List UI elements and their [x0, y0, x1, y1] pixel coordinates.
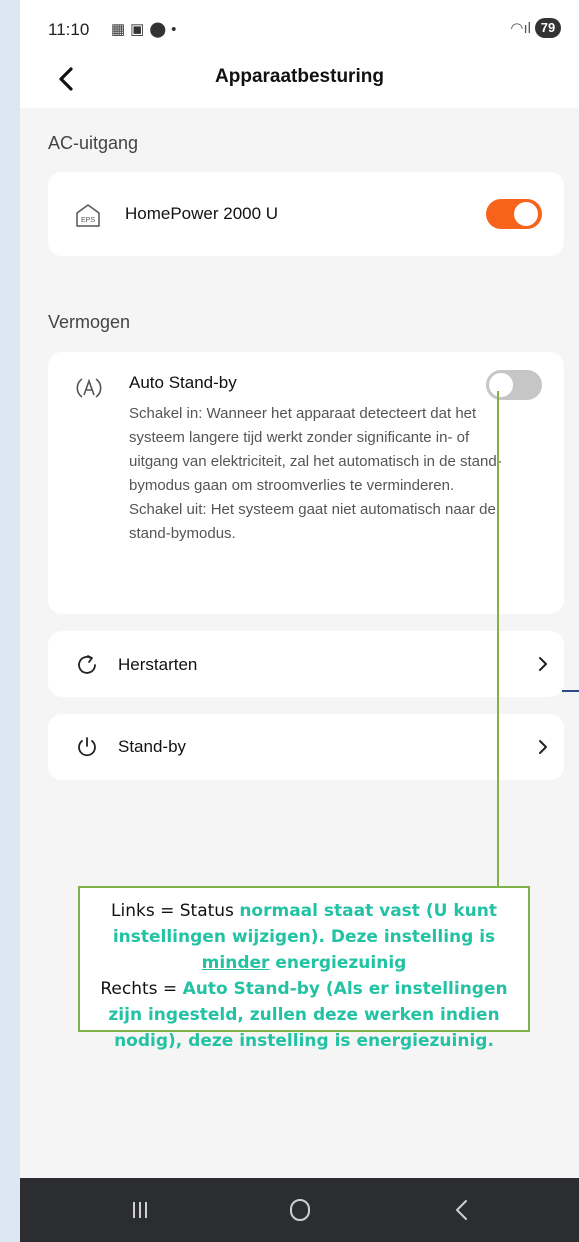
back-nav-icon[interactable]: [452, 1196, 472, 1224]
restart-icon: [78, 655, 96, 674]
ac-output-card: EPS HomePower 2000 U: [48, 172, 564, 256]
home-icon[interactable]: [286, 1196, 314, 1224]
battery-badge: 79: [535, 18, 561, 38]
notification-icons: ▦▣⬤•: [111, 21, 182, 38]
restart-row[interactable]: Herstarten: [48, 631, 564, 697]
callout-underlined-word: minder: [201, 953, 270, 973]
auto-a-icon: [76, 378, 102, 398]
auto-standby-description: Schakel in: Wanneer het apparaat detecte…: [129, 402, 519, 546]
chevron-right-icon: [539, 657, 547, 671]
callout-left-suffix: energiezuinig: [269, 953, 407, 973]
power-section-label: Vermogen: [48, 312, 131, 332]
callout-left-prefix: Links = Status: [111, 901, 240, 921]
description-off: Schakel uit: Het systeem gaat niet autom…: [129, 501, 496, 542]
status-time: 11:10: [48, 20, 90, 39]
wifi-signal-icon: ◠ıl: [510, 20, 531, 37]
standby-row[interactable]: Stand-by: [48, 714, 564, 780]
power-icon: [78, 737, 96, 757]
recent-apps-icon[interactable]: [128, 1196, 152, 1224]
status-right: ◠ıl 79: [510, 18, 561, 38]
app-header: Apparaatbesturing: [20, 50, 579, 108]
chevron-right-icon: [539, 740, 547, 754]
svg-text:EPS: EPS: [81, 217, 95, 224]
callout-right-prefix: Rechts =: [100, 979, 183, 999]
toggle-knob: [489, 373, 513, 397]
edge-marker-line: [562, 690, 579, 692]
phone-screen: 11:10 ▦▣⬤• ◠ıl 79 Apparaatbesturing AC-u…: [20, 0, 579, 1242]
device-name: HomePower 2000 U: [125, 204, 279, 223]
auto-standby-card: Auto Stand-by Schakel in: Wanneer het ap…: [48, 352, 564, 614]
auto-standby-title: Auto Stand-by: [129, 373, 237, 392]
eps-toggle[interactable]: [486, 199, 542, 229]
callout-connector-line: [497, 391, 499, 886]
eps-icon: EPS: [76, 204, 100, 227]
ac-section-label: AC-uitgang: [48, 133, 139, 153]
standby-label: Stand-by: [118, 737, 187, 756]
system-nav-bar: [20, 1178, 579, 1242]
description-on: Schakel in: Wanneer het apparaat detecte…: [129, 405, 502, 494]
annotation-callout: Links = Status normaal staat vast (U kun…: [78, 886, 530, 1051]
restart-label: Herstarten: [118, 655, 198, 674]
toggle-knob: [514, 202, 538, 226]
page-title: Apparaatbesturing: [215, 66, 384, 87]
auto-standby-toggle[interactable]: [486, 370, 542, 400]
